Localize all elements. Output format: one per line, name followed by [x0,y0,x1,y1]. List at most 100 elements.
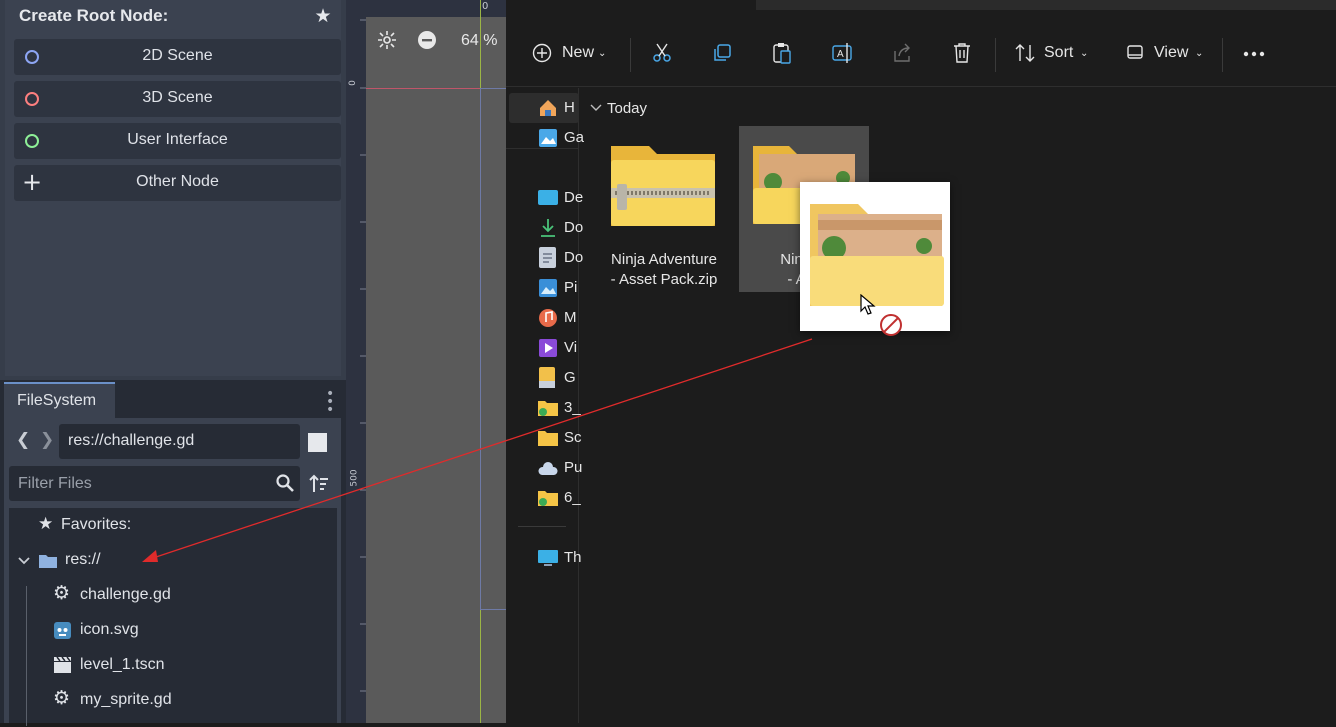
nav-label: 3_ [564,399,581,416]
gear-icon: ⚙ [53,582,71,604]
sort-button[interactable]: Sort ⌄ [1014,18,1094,88]
folder-icon [39,555,57,568]
zoom-out-icon[interactable] [417,30,437,50]
divider [630,38,631,72]
nav-item-downloads[interactable]: Do [536,216,583,242]
path-value: res://challenge.gd [68,432,195,449]
folder-synced-icon [538,401,558,416]
divider [1222,38,1223,72]
chevron-down-icon[interactable] [18,557,30,565]
image-folder-icon [810,204,944,306]
chevron-down-icon: ⌄ [1195,48,1204,59]
group-header-today[interactable]: Today [607,100,647,117]
tree-row-challenge[interactable]: ⚙ challenge.gd [9,581,337,611]
nav-label: Vi [564,339,578,356]
tree-row-icon-svg[interactable]: icon.svg [9,616,337,646]
ruler-label-500: 500 [349,469,360,487]
search-icon[interactable] [275,473,295,493]
3d-scene-label: 3D Scene [142,89,213,106]
filesystem-body: ❮ ❯ res://challenge.gd ★ Favorites: [4,418,341,726]
nav-label: G [564,369,576,386]
view-button[interactable]: View ⌄ [1126,18,1206,88]
tree-row-my-sprite[interactable]: ⚙ my_sprite.gd [9,686,337,716]
file-label: my_sprite.gd [80,691,172,708]
forward-button[interactable]: ❯ [40,430,54,450]
nav-item-g[interactable]: G [536,366,578,392]
nav-item-pu[interactable]: Pu [536,456,582,482]
nav-label: Do [564,249,584,266]
tree-row-favorites[interactable]: ★ Favorites: [9,511,337,541]
copy-icon[interactable] [712,43,732,63]
nav-item-6[interactable]: 6_ [536,486,581,512]
tree-row-res[interactable]: res:// [9,546,337,576]
res-label: res:// [65,551,101,568]
file-label: challenge.gd [80,586,171,603]
3d-scene-button[interactable]: 3D Scene [14,81,341,117]
cursor-arrow-icon [860,294,876,315]
back-button[interactable]: ❮ [16,430,30,450]
vertical-ruler: 0 500 [346,0,366,723]
delete-icon[interactable] [952,42,972,64]
rename-icon[interactable]: A [832,42,854,64]
computer-icon [538,550,558,566]
document-icon [539,247,556,268]
other-node-button[interactable]: + Other Node [14,165,341,201]
music-icon [539,309,557,327]
tree-row-level1[interactable]: level_1.tscn [9,651,337,681]
filter-files-input[interactable] [16,472,260,496]
nav-item-3[interactable]: 3_ [536,396,581,422]
command-bar: New ⌄ A Sort ⌄ View ⌄ [506,18,1336,88]
divider [995,38,996,72]
nav-label: Pi [564,279,578,296]
chevron-down-icon: ⌄ [598,48,607,59]
pictures-icon [539,279,557,297]
nav-item-sc[interactable]: Sc [536,426,582,452]
scene-bounds [480,88,507,610]
more-dots-icon [1243,51,1265,57]
chevron-down-icon[interactable] [590,103,602,113]
nav-item-this-pc[interactable]: Th [536,546,582,572]
2d-scene-label: 2D Scene [142,47,213,64]
gallery-icon [539,129,557,147]
ruler-label-0: 0 [347,80,358,86]
godot-logo-icon [54,622,71,639]
see-more-button[interactable] [1242,46,1268,60]
nav-item-pictures[interactable]: Pi [536,276,578,302]
file-item-zip[interactable]: Ninja Adventure - Asset Pack.zip [599,126,729,292]
sort-arrows-icon [1015,44,1035,62]
toggle-split-button[interactable] [308,433,327,452]
canvas-viewport[interactable]: 0 500 0 64 % [346,0,507,723]
user-interface-label: User Interface [127,131,228,148]
paste-icon[interactable] [772,42,792,64]
star-icon: ★ [38,514,54,534]
sort-icon[interactable] [309,474,329,494]
filesystem-dock: FileSystem ••• ❮ ❯ res://challenge.gd [0,380,346,726]
file-explorer-window: New ⌄ A Sort ⌄ View ⌄ H Ga De Do Do Pi M… [506,0,1336,723]
path-field[interactable]: res://challenge.gd [59,424,300,459]
cut-icon[interactable] [652,43,672,63]
star-icon: ★ [314,5,332,27]
nav-label: Th [564,549,582,566]
2d-scene-button[interactable]: 2D Scene [14,39,341,75]
nav-item-music[interactable]: M [536,306,578,332]
favorites-label: Favorites: [61,516,132,533]
file-label: level_1.tscn [80,656,165,673]
toolbar-divider [506,86,1336,87]
chevron-down-icon: ⌄ [1080,48,1089,59]
tab-filesystem[interactable]: FileSystem [4,382,115,418]
center-view-icon[interactable] [378,31,396,49]
nav-label: De [564,189,584,206]
user-interface-button[interactable]: User Interface [14,123,341,159]
dock-menu-button[interactable]: • • • [326,387,334,417]
nav-item-home[interactable]: H [536,96,578,122]
favorite-star-button[interactable]: ★ [313,6,333,26]
sort-label: Sort [1044,44,1074,61]
nav-item-videos[interactable]: Vi [536,336,578,362]
new-label: New [562,44,595,61]
new-button[interactable]: New ⌄ [532,18,612,88]
nav-item-desktop[interactable]: De [536,186,583,212]
filter-files-box[interactable] [9,466,300,501]
svg-text:A: A [837,49,844,60]
share-icon[interactable] [892,43,912,63]
nav-item-documents[interactable]: Do [536,246,583,272]
